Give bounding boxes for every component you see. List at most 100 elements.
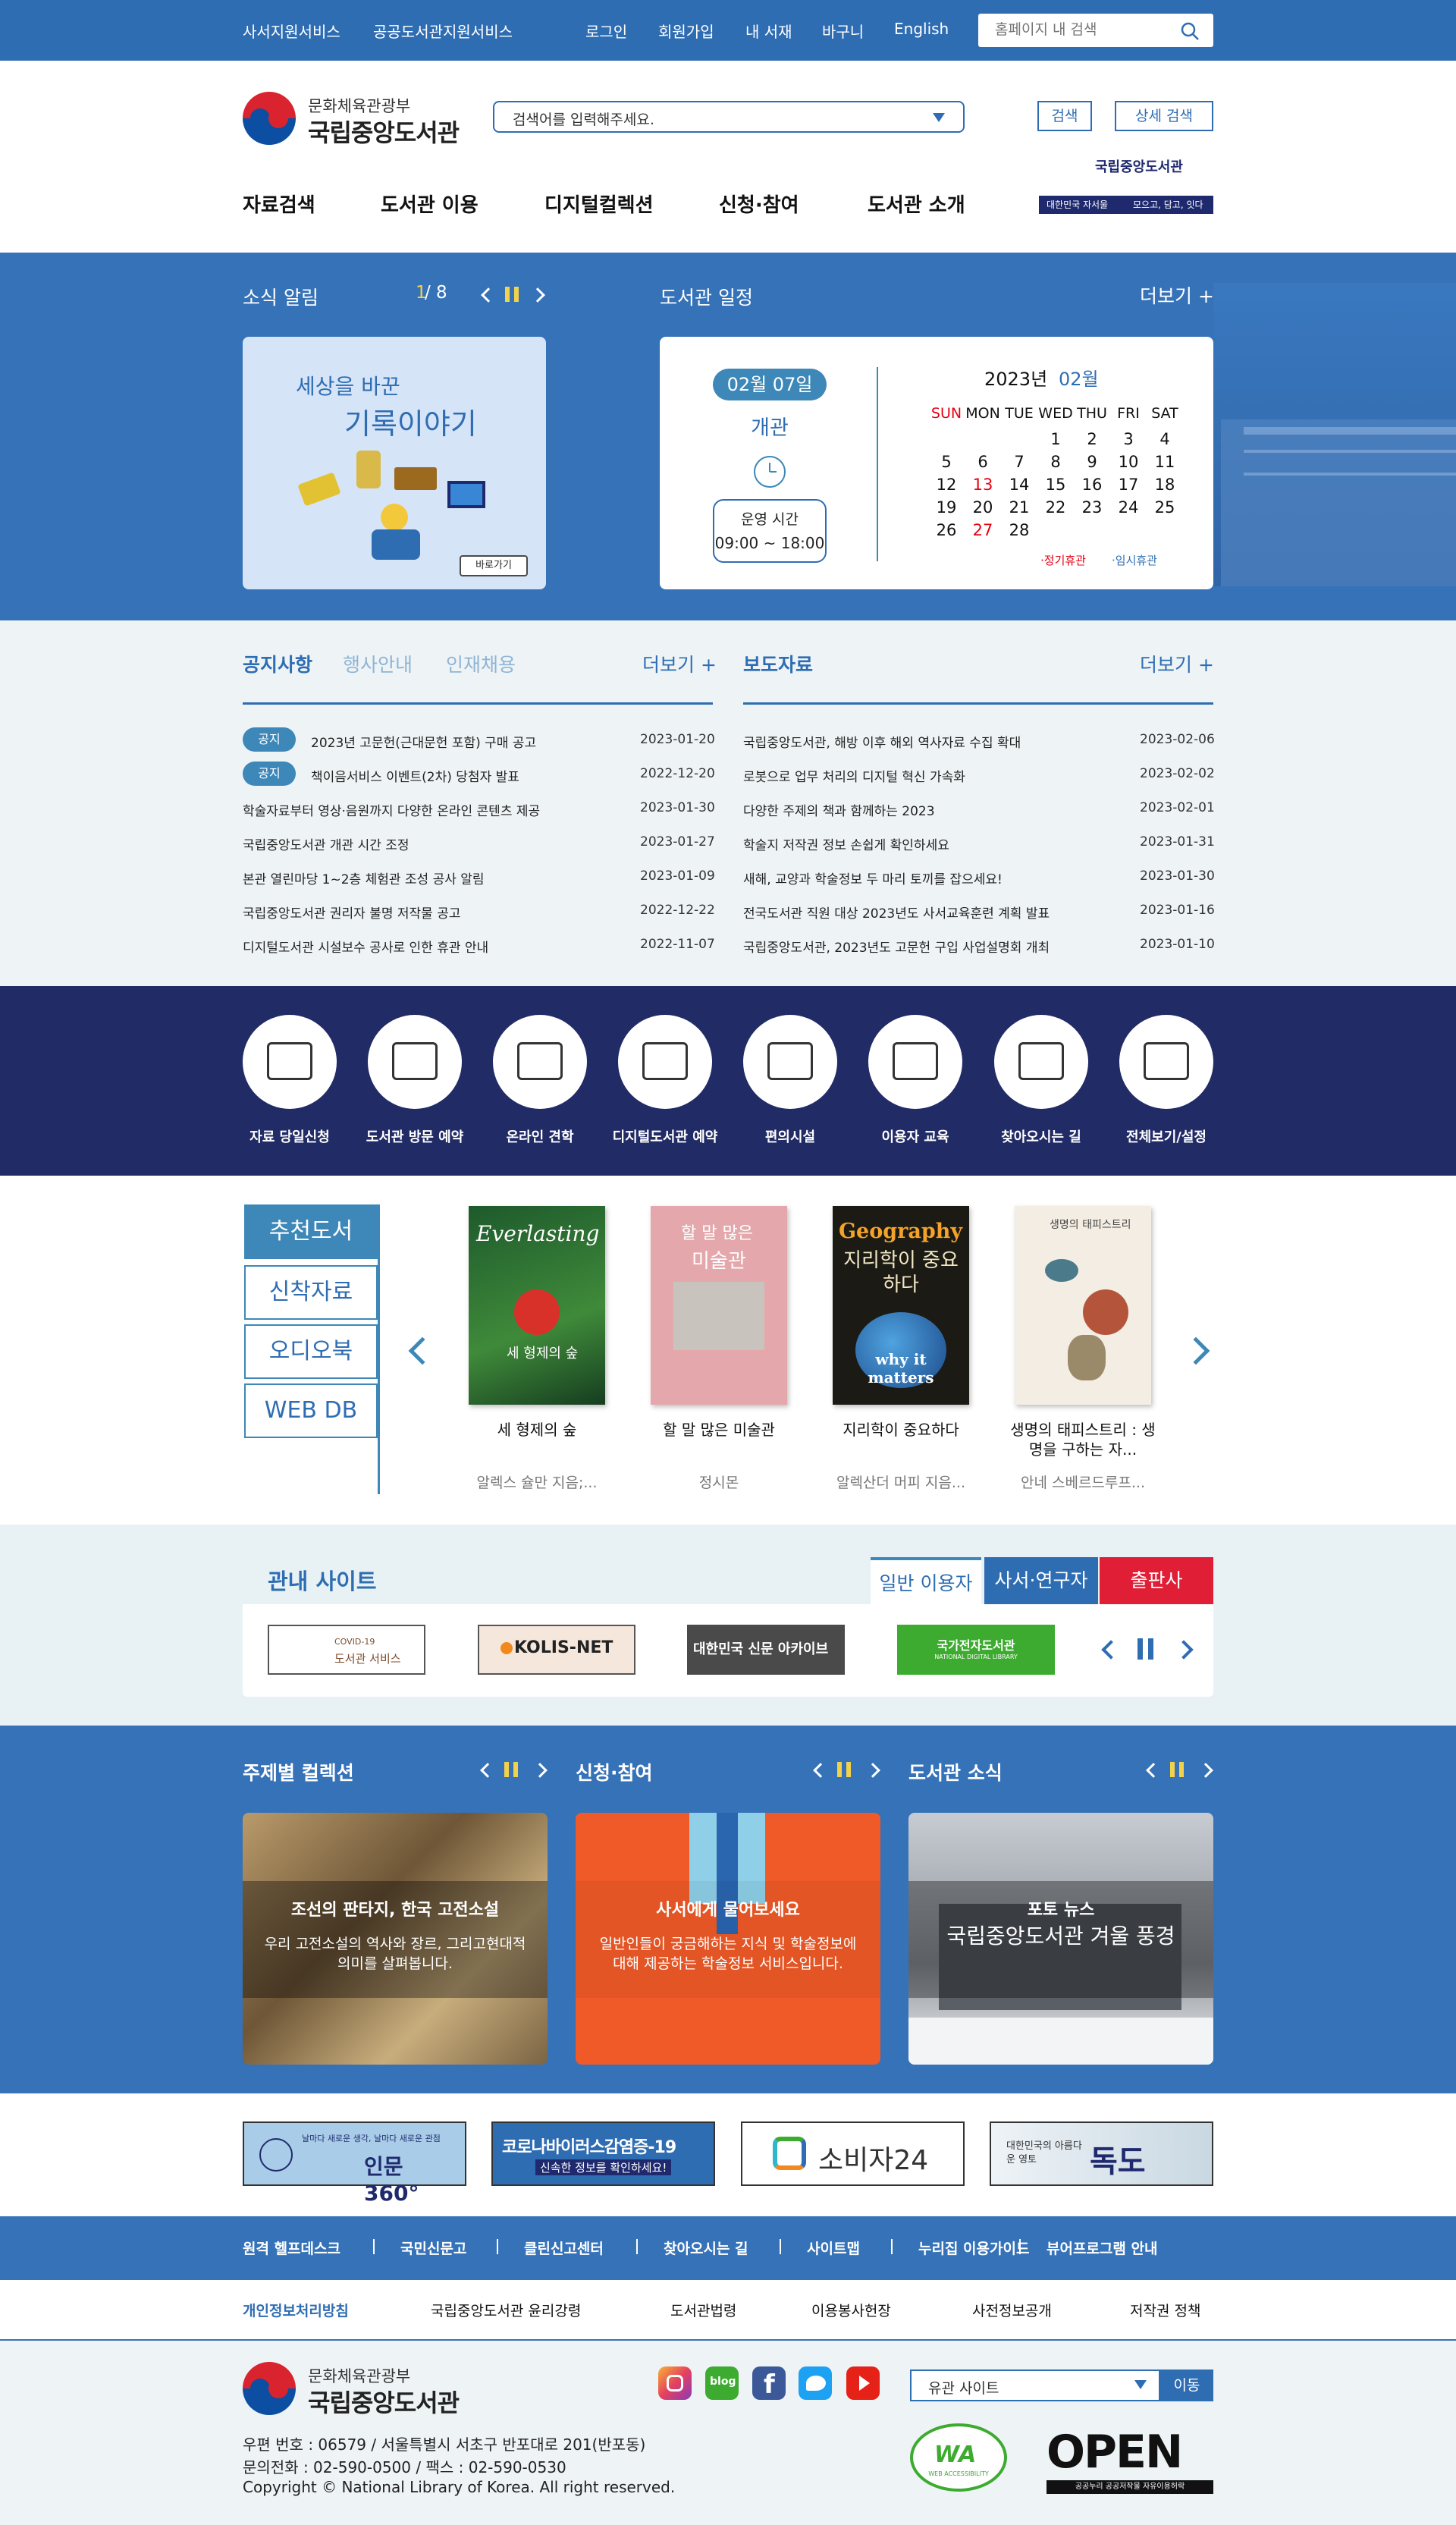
calendar-day[interactable]: 4 (1150, 430, 1180, 448)
book-title[interactable]: 생명의 태피스트리 : 생명을 구하는 자... (1007, 1420, 1159, 1459)
press-item-title[interactable]: 로봇으로 업무 처리의 디지털 혁신 가속화 (743, 766, 965, 785)
calendar-day[interactable]: 22 (1040, 498, 1071, 517)
footer-policy-link[interactable]: 국립중앙도서관 윤리강령 (431, 2300, 581, 2320)
news-card[interactable]: 세상을 바꾼 기록이야기 바로가기 (243, 337, 546, 589)
collection-card[interactable]: 포토 뉴스 국립중앙도서관 겨울 풍경 (908, 1813, 1213, 2065)
quick-menu-button[interactable] (243, 1015, 337, 1109)
calendar-day[interactable]: 18 (1150, 476, 1180, 494)
site-logo-covid[interactable]: COVID-19 도서관 서비스 (268, 1625, 425, 1675)
book-title[interactable]: 지리학이 중요하다 (825, 1420, 977, 1440)
gnb-digital[interactable]: 디지털컬렉션 (544, 190, 654, 218)
gnb-apply[interactable]: 신청·참여 (719, 190, 799, 218)
quick-menu-button[interactable] (493, 1015, 587, 1109)
book-title[interactable]: 세 형제의 숲 (461, 1420, 613, 1440)
books-next-icon[interactable] (1181, 1336, 1210, 1365)
facebook-icon[interactable]: f (752, 2366, 786, 2400)
quick-menu-button[interactable] (743, 1015, 837, 1109)
detail-search-button[interactable]: 상세 검색 (1115, 101, 1213, 131)
login-link[interactable]: 로그인 (585, 20, 627, 42)
my-library-link[interactable]: 내 서재 (745, 20, 792, 42)
notice-item-title[interactable]: 2023년 고문헌(근대문헌 포함) 구매 공고 (311, 732, 536, 751)
quick-menu-button[interactable] (1119, 1015, 1213, 1109)
site-logo-kolis[interactable]: KOLIS-NET (478, 1625, 635, 1675)
calendar-day[interactable]: 12 (931, 476, 962, 494)
tab-events[interactable]: 행사안내 (343, 650, 413, 677)
tab-recommended-books[interactable]: 추천도서 (244, 1204, 378, 1259)
quick-menu-button[interactable] (994, 1015, 1088, 1109)
pause-icon[interactable] (504, 1762, 509, 1777)
banner-dokdo[interactable]: 대한민국의 아름다운 영토 독도 (990, 2121, 1213, 2186)
schedule-more-link[interactable]: 더보기 + (1140, 281, 1214, 309)
tab-audiobooks[interactable]: 오디오북 (244, 1324, 378, 1379)
english-link[interactable]: English (894, 20, 949, 38)
cart-link[interactable]: 바구니 (822, 20, 864, 42)
news-card-button[interactable]: 바로가기 (460, 555, 528, 576)
related-site-select[interactable]: 유관 사이트 (910, 2370, 1160, 2401)
calendar-day[interactable]: 23 (1077, 498, 1107, 517)
calendar-day[interactable]: 27 (968, 521, 998, 539)
calendar-day[interactable]: 26 (931, 521, 962, 539)
logo-emblem[interactable] (243, 92, 296, 145)
calendar-day[interactable]: 11 (1150, 453, 1180, 471)
gnb-about[interactable]: 도서관 소개 (868, 190, 965, 218)
footer-link[interactable]: 클린신고센터 (524, 2238, 604, 2258)
notice-item-title[interactable]: 국립중앙도서관 권리자 불명 저작물 공고 (243, 903, 461, 922)
book-cover-3[interactable]: Geography 지리학이 중요하다 why it matters (833, 1206, 969, 1405)
notice-more-link[interactable]: 더보기 + (642, 650, 717, 677)
banner-humanities-360[interactable]: 날마다 새로운 생각, 날마다 새로운 관점 인문 360° (243, 2121, 466, 2206)
calendar-day[interactable]: 1 (1040, 430, 1071, 448)
calendar-day[interactable]: 13 (968, 476, 998, 494)
calendar-day[interactable]: 28 (1004, 521, 1034, 539)
press-more-link[interactable]: 더보기 + (1140, 650, 1214, 677)
footer-link[interactable]: 뷰어프로그램 안내 (1046, 2238, 1157, 2258)
calendar-day[interactable]: 10 (1113, 453, 1144, 471)
site-logo-ndl[interactable]: 국가전자도서관 NATIONAL DIGITAL LIBRARY (897, 1625, 1055, 1675)
calendar-day[interactable]: 24 (1113, 498, 1144, 517)
calendar-day[interactable]: 20 (968, 498, 998, 517)
press-item-title[interactable]: 학술지 저작권 정보 손쉽게 확인하세요 (743, 834, 949, 853)
press-item-title[interactable]: 국립중앙도서관, 해방 이후 해외 역사자료 수집 확대 (743, 732, 1021, 751)
gnb-search[interactable]: 자료검색 (243, 190, 315, 218)
calendar-day[interactable]: 9 (1077, 453, 1107, 471)
books-prev-icon[interactable] (408, 1336, 437, 1365)
quick-menu-button[interactable] (368, 1015, 462, 1109)
notice-item-title[interactable]: 학술자료부터 영상·음원까지 다양한 온라인 콘텐츠 제공 (243, 800, 540, 819)
link-public-library-support[interactable]: 공공도서관지원서비스 (373, 20, 513, 42)
book-cover-1[interactable]: Everlasting 세 형제의 숲 (469, 1206, 605, 1405)
footer-policy-link[interactable]: 이용봉사헌장 (811, 2300, 891, 2320)
collection-card[interactable]: 사서에게 물어보세요 일반인들이 궁금해하는 지식 및 학술정보에 대해 제공하는… (576, 1813, 880, 2065)
book-cover-4[interactable]: 생명의 태피스트리 (1015, 1206, 1151, 1405)
footer-link[interactable]: 사이트맵 (807, 2238, 860, 2258)
tab-notice[interactable]: 공지사항 (243, 650, 312, 677)
calendar-day[interactable]: 14 (1004, 476, 1034, 494)
pause-icon[interactable] (505, 287, 510, 302)
calendar-day[interactable]: 5 (931, 453, 962, 471)
calendar-day[interactable]: 25 (1150, 498, 1180, 517)
main-search-select[interactable]: 검색어를 입력해주세요. (493, 101, 965, 133)
notice-item-title[interactable]: 디지털도서관 시설보수 공사로 인한 휴관 안내 (243, 937, 488, 956)
tab-recruit[interactable]: 인재채용 (446, 650, 516, 677)
calendar-day[interactable]: 2 (1077, 430, 1107, 448)
calendar-day[interactable]: 3 (1113, 430, 1144, 448)
calendar-day[interactable]: 16 (1077, 476, 1107, 494)
search-button[interactable]: 검색 (1037, 101, 1092, 131)
twitter-icon[interactable] (799, 2366, 832, 2400)
calendar-day[interactable]: 19 (931, 498, 962, 517)
banner-covid19[interactable]: 코로나바이러스감염증-19 신속한 정보를 확인하세요! (491, 2121, 715, 2186)
tab-general-users[interactable]: 일반 이용자 (871, 1557, 981, 1604)
calendar-day[interactable]: 7 (1004, 453, 1034, 471)
site-search-input[interactable] (995, 21, 1177, 38)
calendar-day[interactable]: 6 (968, 453, 998, 471)
calendar-day[interactable]: 21 (1004, 498, 1034, 517)
footer-policy-link[interactable]: 개인정보처리방침 (243, 2300, 349, 2320)
book-cover-2[interactable]: 할 말 많은 미술관 (651, 1206, 787, 1405)
pause-icon[interactable] (1170, 1762, 1175, 1777)
calendar-day[interactable]: 17 (1113, 476, 1144, 494)
press-item-title[interactable]: 국립중앙도서관, 2023년도 고문헌 구입 사업설명회 개최 (743, 937, 1050, 956)
footer-policy-link[interactable]: 도서관법령 (670, 2300, 736, 2320)
youtube-icon[interactable] (846, 2366, 880, 2400)
notice-item-title[interactable]: 본관 열린마당 1~2층 체험관 조성 공사 알림 (243, 868, 485, 887)
link-librarian-support[interactable]: 사서지원서비스 (243, 20, 340, 42)
search-icon[interactable] (1180, 21, 1200, 41)
quick-menu-button[interactable] (868, 1015, 962, 1109)
